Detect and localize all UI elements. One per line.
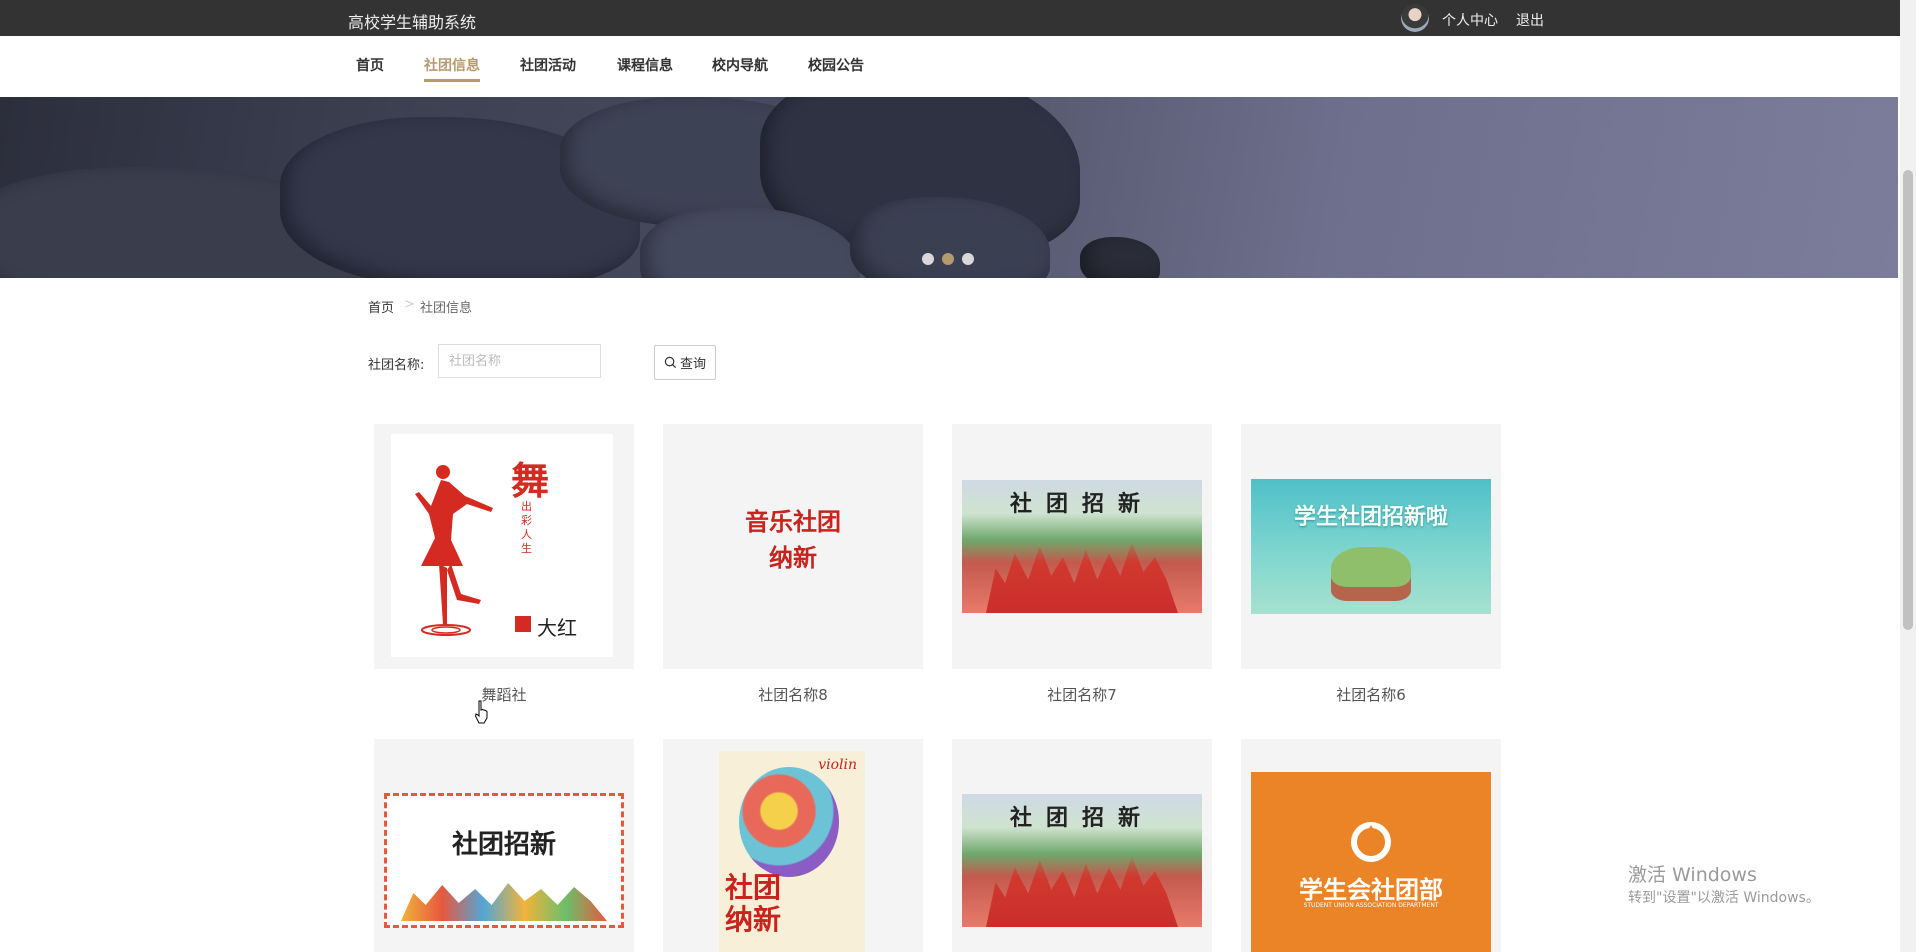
club-poster: 社团招新 — [384, 793, 624, 928]
poster-subtitle: STUDENT UNION ASSOCIATION DEPARTMENT — [1303, 902, 1439, 909]
club-poster: 社团招新 — [962, 480, 1202, 613]
logout-link[interactable]: 退出 — [1516, 10, 1544, 30]
nav-campus-notices[interactable]: 校园公告 — [808, 55, 864, 75]
nav-club-activities[interactable]: 社团活动 — [520, 55, 576, 75]
poster-subtitle: 出彩人生 — [521, 500, 532, 555]
poster-title: 舞 — [511, 458, 550, 503]
activation-watermark-title: 激活 Windows — [1628, 864, 1757, 886]
club-poster: 学生社团招新啦 — [1251, 479, 1491, 614]
carousel-dot-1[interactable] — [922, 253, 934, 265]
poster-title: 学生社团招新啦 — [1293, 505, 1448, 530]
user-avatar[interactable] — [1401, 4, 1429, 32]
carousel-dot-3[interactable] — [962, 253, 974, 265]
floating-island-icon — [1331, 547, 1411, 601]
club-card-5[interactable]: 社团招新 — [374, 739, 634, 952]
poster-title: 音乐社团 — [745, 507, 841, 536]
club-card-7[interactable]: 社团招新 — [952, 424, 1212, 669]
breadcrumb-current: 社团信息 — [420, 301, 473, 316]
search-icon — [664, 356, 677, 369]
club-card-dance[interactable]: 舞 出彩人生 大红 — [374, 424, 634, 669]
nav-club-info-label: 社团信息 — [424, 58, 480, 74]
crowd-illustration-icon — [401, 883, 607, 921]
poster-title: 学生会社团部 — [1299, 876, 1443, 904]
poster-title: 社团招新 — [1009, 805, 1154, 831]
poster-script: violin — [818, 757, 857, 773]
poster-title: 社团 — [725, 871, 782, 904]
banner-carousel[interactable] — [0, 97, 1898, 278]
top-bar: 高校学生辅助系统 个人中心 退出 — [0, 0, 1900, 36]
user-center-link[interactable]: 个人中心 — [1442, 10, 1498, 30]
club-name[interactable]: 社团名称8 — [663, 684, 923, 705]
page-scrollbar-thumb[interactable] — [1903, 170, 1913, 630]
poster-tag: 大红 — [537, 616, 577, 640]
active-tab-indicator — [424, 79, 480, 82]
banner-rock — [1080, 237, 1160, 278]
poster-title-2: 纳新 — [769, 543, 817, 572]
nav-campus-navigation[interactable]: 校内导航 — [712, 55, 768, 75]
club-name[interactable]: 社团名称6 — [1241, 684, 1501, 705]
poster-title: 社团招新 — [451, 830, 556, 860]
breadcrumb-separator: > — [404, 297, 415, 312]
club-name-search-input[interactable] — [438, 344, 601, 378]
club-card-2[interactable]: 学生会社团部 STUDENT UNION ASSOCIATION DEPARTM… — [1241, 739, 1501, 952]
club-poster: 学生会社团部 STUDENT UNION ASSOCIATION DEPARTM… — [1251, 772, 1491, 952]
club-card-8[interactable]: 音乐社团 纳新 — [663, 424, 923, 669]
nav-course-info[interactable]: 课程信息 — [617, 55, 673, 75]
app-title: 高校学生辅助系统 — [348, 13, 477, 32]
activation-watermark-subtitle: 转到"设置"以激活 Windows。 — [1628, 890, 1820, 906]
search-button-label: 查询 — [679, 357, 706, 372]
crowd-silhouette-icon — [986, 856, 1178, 927]
club-card-3[interactable]: 社团招新 — [952, 739, 1212, 952]
nav-home[interactable]: 首页 — [356, 55, 384, 75]
club-poster: 音乐社团 纳新 — [703, 496, 883, 596]
breadcrumb-home[interactable]: 首页 — [368, 297, 394, 316]
club-poster: 社团招新 — [962, 794, 1202, 927]
poster-title: 社团招新 — [1009, 491, 1154, 517]
crowd-silhouette-icon — [986, 542, 1178, 613]
club-poster: violin 社团 纳新 — [719, 751, 865, 952]
club-name[interactable]: 舞蹈社 — [374, 684, 634, 705]
club-name[interactable]: 社团名称7 — [952, 684, 1212, 705]
search-label: 社团名称: — [368, 358, 425, 373]
dancer-silhouette-icon — [415, 465, 493, 636]
search-button[interactable]: 查询 — [654, 345, 716, 380]
union-logo-icon — [1351, 822, 1391, 862]
red-square-icon — [515, 616, 531, 632]
club-poster: 舞 出彩人生 大红 — [391, 434, 613, 657]
club-card-4[interactable]: violin 社团 纳新 — [663, 739, 923, 952]
colorful-illustration-icon — [739, 767, 839, 877]
hand-cursor-icon — [474, 700, 488, 724]
carousel-dot-2[interactable] — [942, 253, 954, 265]
main-nav: 首页 社团信息 社团活动 课程信息 校内导航 校园公告 — [0, 36, 1900, 97]
club-card-6[interactable]: 学生社团招新啦 — [1241, 424, 1501, 669]
poster-title-2: 纳新 — [725, 903, 782, 936]
nav-club-info[interactable]: 社团信息 — [424, 55, 480, 82]
